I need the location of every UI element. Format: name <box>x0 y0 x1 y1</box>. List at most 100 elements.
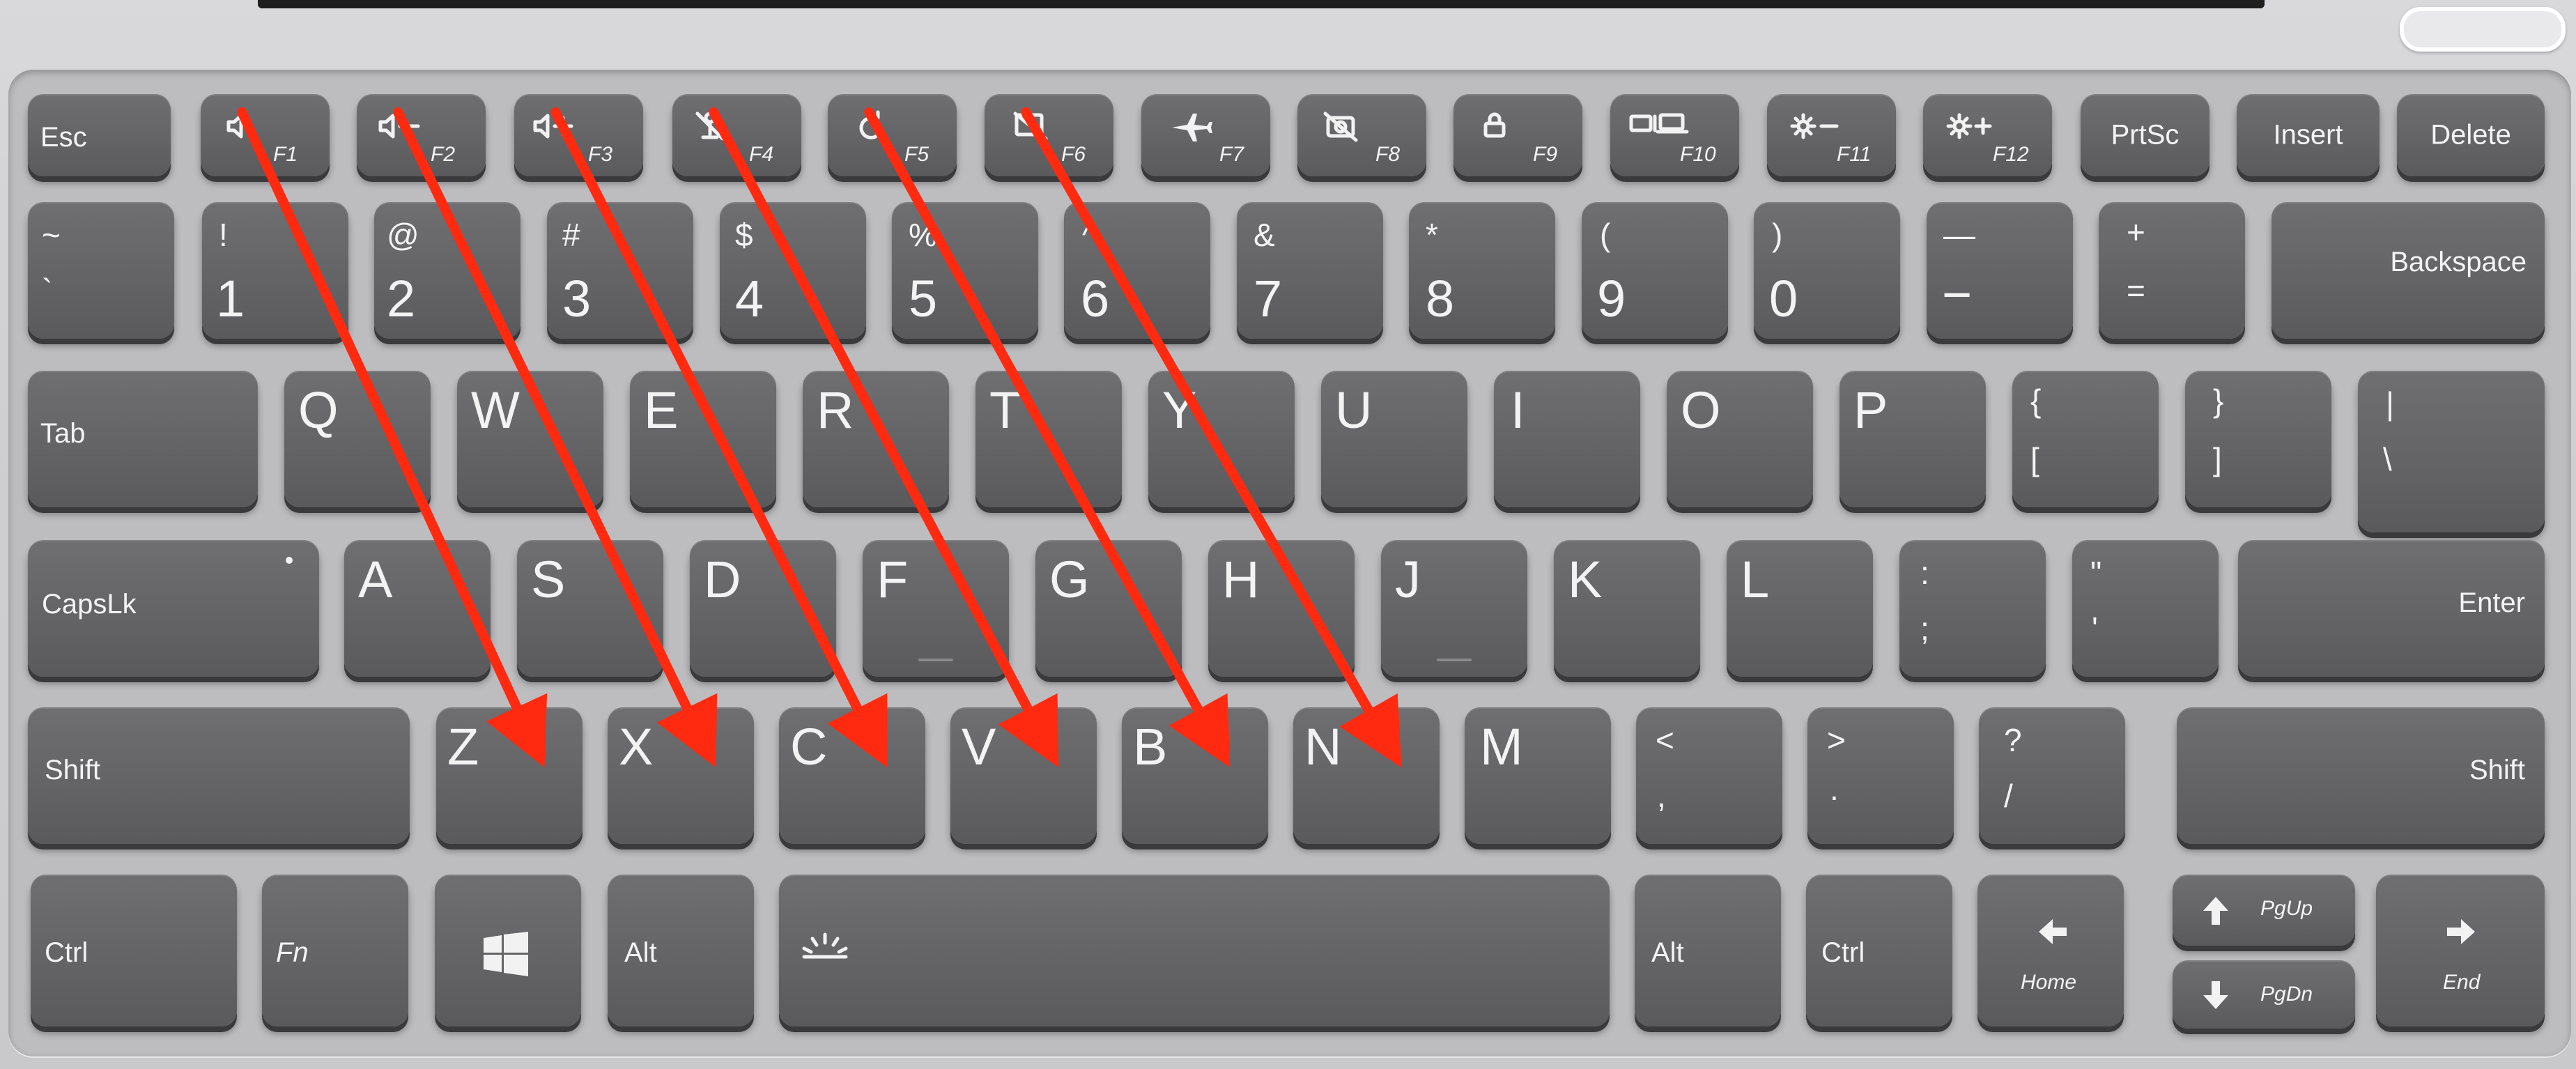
key-f7[interactable]: F7 <box>1141 94 1270 176</box>
key-minus[interactable]: — − <box>1927 202 2073 339</box>
arrow-down-icon <box>2203 981 2228 1009</box>
key-f10[interactable]: F10 <box>1610 94 1739 176</box>
key-o[interactable]: O <box>1667 371 1813 507</box>
key-lctrl[interactable]: Ctrl <box>31 875 237 1026</box>
key-home[interactable]: Home <box>1977 875 2124 1026</box>
key-rbracket[interactable]: } ] <box>2185 371 2331 507</box>
key-8-bottom: 8 <box>1426 270 1455 328</box>
key-9-bottom: 9 <box>1597 270 1626 328</box>
key-4[interactable]: $ 4 <box>720 202 866 339</box>
key-g[interactable]: G <box>1035 540 1182 677</box>
key-backslash[interactable]: | \ <box>2358 371 2545 532</box>
key-q[interactable]: Q <box>284 371 431 507</box>
key-f12[interactable]: F12 <box>1923 94 2052 176</box>
key-n[interactable]: N <box>1293 707 1440 844</box>
key-enter[interactable]: Enter <box>2238 540 2545 677</box>
key-period[interactable]: > . <box>1807 707 1954 844</box>
volume-up-icon <box>533 114 573 139</box>
key-tab-label: Tab <box>40 418 86 449</box>
key-8[interactable]: * 8 <box>1409 202 1555 339</box>
key-k[interactable]: K <box>1554 540 1700 677</box>
key-c[interactable]: C <box>779 707 925 844</box>
key-slash[interactable]: ? / <box>1979 707 2125 844</box>
key-period-top: > <box>1827 722 1846 758</box>
key-f9-label: F9 <box>1533 143 1558 166</box>
key-backslash-bottom: \ <box>2383 441 2392 477</box>
key-w[interactable]: W <box>457 371 603 507</box>
key-q-label: Q <box>298 381 339 439</box>
key-backspace[interactable]: Backspace <box>2272 202 2545 339</box>
key-delete[interactable]: Delete <box>2397 94 2545 176</box>
key-f3[interactable]: F3 <box>514 94 643 176</box>
key-rctrl[interactable]: Ctrl <box>1806 875 1952 1026</box>
key-f11[interactable]: F11 <box>1767 94 1896 176</box>
key-x[interactable]: X <box>608 707 754 844</box>
key-insert[interactable]: Insert <box>2237 94 2380 176</box>
key-quote[interactable]: " ' <box>2072 540 2219 677</box>
key-comma[interactable]: < , <box>1636 707 1782 844</box>
key-equals[interactable]: + = <box>2099 202 2245 339</box>
key-v[interactable]: V <box>950 707 1097 844</box>
key-pgdn[interactable]: PgDn <box>2173 960 2355 1029</box>
key-f4[interactable]: F4 <box>672 94 801 176</box>
key-pgup[interactable]: PgUp <box>2173 875 2355 946</box>
key-h[interactable]: H <box>1208 540 1355 677</box>
key-i[interactable]: I <box>1494 371 1640 507</box>
key-s[interactable]: S <box>517 540 663 677</box>
key-7[interactable]: & 7 <box>1237 202 1383 339</box>
key-lshift[interactable]: Shift <box>28 707 410 844</box>
key-u-label: U <box>1335 381 1373 439</box>
key-a-label: A <box>358 551 393 608</box>
key-f[interactable]: F <box>863 540 1009 677</box>
key-lalt[interactable]: Alt <box>608 875 754 1026</box>
key-rbracket-bottom: ] <box>2213 441 2222 477</box>
key-f2[interactable]: F2 <box>357 94 486 176</box>
key-6[interactable]: ^ 6 <box>1064 202 1210 339</box>
key-lbracket[interactable]: { [ <box>2012 371 2159 507</box>
key-f1[interactable]: F1 <box>201 94 330 176</box>
key-grave[interactable]: ~ ` <box>28 202 174 339</box>
key-m[interactable]: M <box>1465 707 1611 844</box>
key-fn[interactable]: Fn <box>262 875 408 1026</box>
key-9[interactable]: ( 9 <box>1582 202 1728 339</box>
key-f9[interactable]: F9 <box>1453 94 1582 176</box>
key-f8[interactable]: F8 <box>1297 94 1426 176</box>
key-z[interactable]: Z <box>436 707 583 844</box>
key-f5[interactable]: F5 <box>828 94 957 176</box>
key-j[interactable]: J <box>1381 540 1527 677</box>
key-k-label: K <box>1568 551 1603 608</box>
key-win[interactable] <box>435 875 581 1026</box>
key-t[interactable]: T <box>975 371 1122 507</box>
key-3[interactable]: # 3 <box>547 202 693 339</box>
key-m-label: M <box>1480 718 1523 776</box>
key-e[interactable]: E <box>630 371 776 507</box>
key-rshift[interactable]: Shift <box>2177 707 2545 844</box>
key-1[interactable]: ! 1 <box>202 202 348 339</box>
key-space[interactable] <box>779 875 1610 1026</box>
key-2[interactable]: @ 2 <box>374 202 520 339</box>
key-end[interactable]: End <box>2376 875 2545 1026</box>
key-esc[interactable]: Esc <box>28 94 171 176</box>
key-b[interactable]: B <box>1122 707 1268 844</box>
key-5[interactable]: % 5 <box>892 202 1038 339</box>
key-o-label: O <box>1681 381 1721 439</box>
key-capslock[interactable]: CapsLk <box>28 540 319 677</box>
key-semicolon[interactable]: : ; <box>1899 540 2046 677</box>
key-0[interactable]: ) 0 <box>1754 202 1900 339</box>
key-d[interactable]: D <box>690 540 836 677</box>
key-6-bottom: 6 <box>1081 270 1110 328</box>
key-l[interactable]: L <box>1727 540 1873 677</box>
key-r[interactable]: R <box>803 371 949 507</box>
key-f6[interactable]: F6 <box>985 94 1113 176</box>
key-f1-label: F1 <box>273 143 298 166</box>
key-lbracket-bottom: [ <box>2030 441 2039 477</box>
key-prtsc[interactable]: PrtSc <box>2081 94 2209 176</box>
key-y[interactable]: Y <box>1148 371 1295 507</box>
key-f3-label: F3 <box>588 143 613 166</box>
key-p[interactable]: P <box>1840 371 1986 507</box>
key-u[interactable]: U <box>1321 371 1467 507</box>
key-a[interactable]: A <box>344 540 491 677</box>
key-ralt[interactable]: Alt <box>1635 875 1781 1026</box>
key-tab[interactable]: Tab <box>28 371 258 507</box>
home-bump <box>1437 659 1472 661</box>
